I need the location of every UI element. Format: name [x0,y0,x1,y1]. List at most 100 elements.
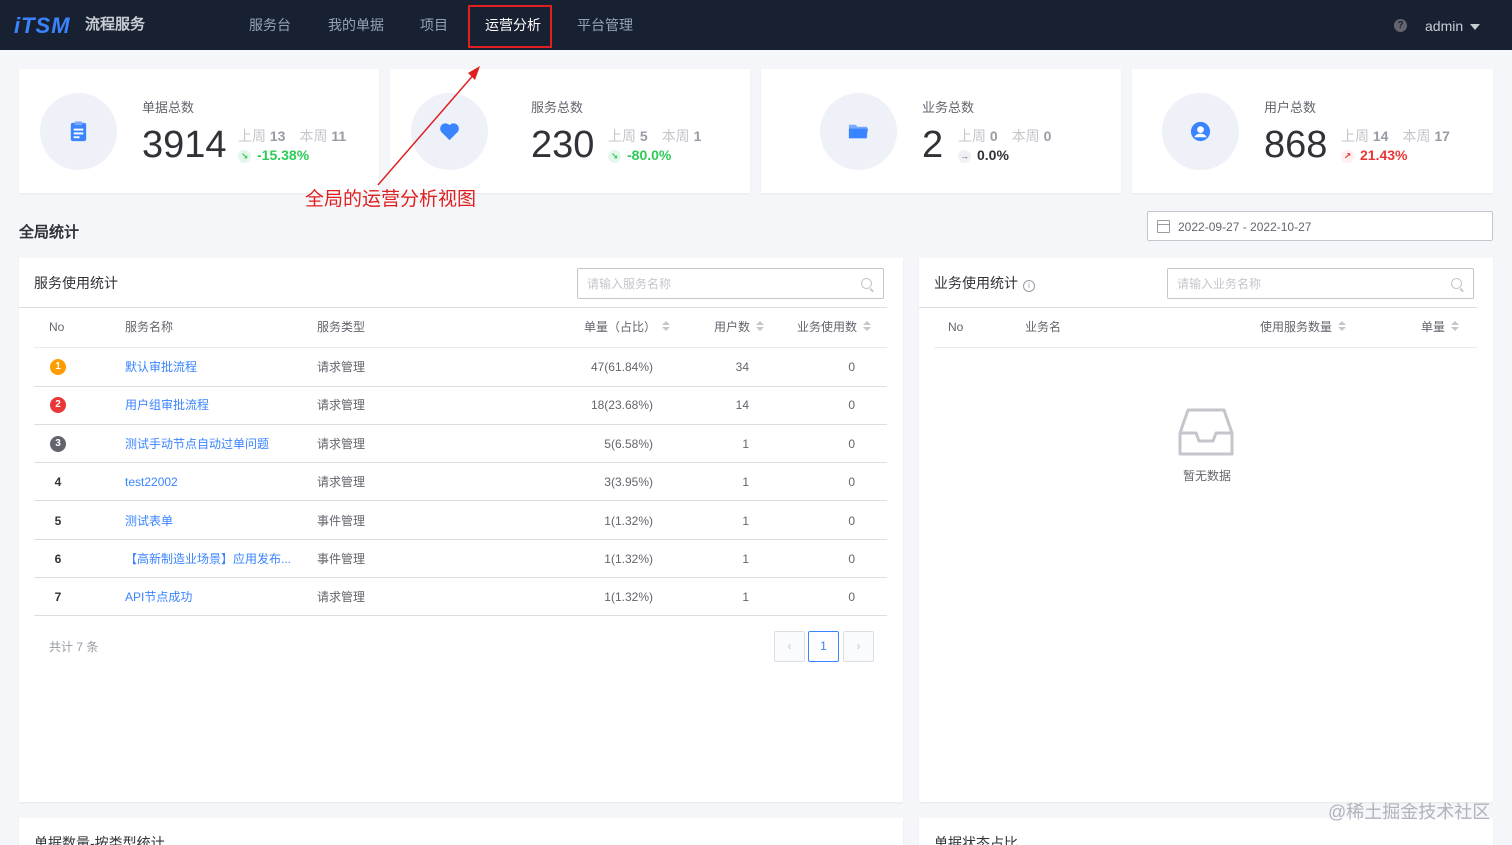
stat-change: ↘ -15.38% [238,146,309,164]
watermark: @稀土掘金技术社区 [1328,802,1491,822]
user-count: 1 [742,475,749,489]
user-menu[interactable]: admin [1425,17,1463,35]
stat-label: 服务总数 [531,100,584,115]
sort-icon[interactable] [863,321,872,332]
rank-badge-bronze: 3 [50,436,66,452]
column-header-no: No [948,320,964,334]
trend-flat-icon: → [958,150,971,163]
rank-badge-silver: 2 [50,397,66,413]
service-name-link[interactable]: 测试手动节点自动过单问题 [125,437,269,451]
business-usage-count: 0 [848,552,855,566]
user-count: 1 [742,437,749,451]
business-usage-count: 0 [848,590,855,604]
service-name-link[interactable]: API节点成功 [125,590,192,604]
table-row-line [34,577,887,578]
folder-icon [848,124,869,139]
column-header-users[interactable]: 用户数 [714,320,765,334]
calendar-icon [1157,220,1170,233]
table-row-line [34,462,887,463]
stat-value: 230 [531,124,595,166]
business-search-input[interactable] [1177,275,1427,293]
panel-divider [919,307,1477,308]
itsm-logo[interactable]: iTSM [14,13,71,39]
stat-value: 868 [1264,124,1328,166]
help-icon[interactable]: ? [1394,19,1407,32]
stat-value: 2 [922,124,944,166]
service-name-link[interactable]: 用户组审批流程 [125,398,209,412]
empty-state-text: 暂无数据 [1183,469,1232,483]
user-count: 1 [742,552,749,566]
table-row-line [34,424,887,425]
column-header-business-usage[interactable]: 业务使用数 [797,320,872,334]
panel-divider [19,307,887,308]
stat-card-tickets: 单据总数 3914 上周 13 本周 11 ↘ -15.38% [19,69,379,193]
ticket-status-ratio-title: 单据状态占比 [934,835,1018,845]
app-name[interactable]: 流程服务 [85,16,145,34]
nav-item-platform-management[interactable]: 平台管理 [577,16,633,34]
nav-item-projects[interactable]: 项目 [420,16,448,34]
column-header-ticket-count[interactable]: 单量 [1421,320,1460,334]
search-icon[interactable] [1451,278,1462,289]
search-icon[interactable] [861,278,872,289]
user-count: 1 [742,514,749,528]
service-type: 请求管理 [317,360,366,374]
stat-label: 业务总数 [922,100,975,115]
info-icon[interactable]: i [1023,280,1035,292]
stat-week-compare: 上周 14 本周 17 [1341,128,1450,144]
business-usage-count: 0 [848,398,855,412]
clipboard-icon [70,121,87,142]
rank-number: 6 [54,552,62,566]
heart-icon [440,123,459,141]
pagination-page-1[interactable]: 1 [808,631,839,662]
column-header-service-type: 服务类型 [317,320,366,334]
nav-item-service-desk[interactable]: 服务台 [249,16,291,34]
table-row-line [34,615,887,616]
stat-card-users: 用户总数 868 上周 14 本周 17 ↗ 21.43% [1132,69,1493,193]
user-count: 14 [735,398,749,412]
service-type: 请求管理 [317,475,366,489]
chevron-down-icon[interactable] [1470,24,1480,30]
service-search-box[interactable] [577,268,884,299]
stat-change: → 0.0% [958,147,1009,163]
ticket-count: 1(1.32%) [604,514,653,528]
sort-icon[interactable] [662,321,671,332]
sort-icon[interactable] [756,321,765,332]
ticket-count: 3(3.95%) [604,475,653,489]
column-header-business-name: 业务名 [1025,320,1062,334]
rank-badge-gold: 1 [50,359,66,375]
business-search-box[interactable] [1167,268,1474,299]
service-name-link[interactable]: 默认审批流程 [125,360,197,374]
sort-icon[interactable] [1338,321,1347,332]
business-usage-count: 0 [848,475,855,489]
header-row-line [34,347,887,348]
service-name-link[interactable]: 测试表单 [125,514,173,528]
pagination-next-button[interactable]: › [843,631,874,662]
annotation-label: 全局的运营分析视图 [305,189,477,210]
stat-change: ↘ -80.0% [608,146,671,164]
service-type: 事件管理 [317,514,366,528]
column-header-service-count[interactable]: 使用服务数量 [1260,320,1347,334]
sort-icon[interactable] [1451,321,1460,332]
column-header-service-name: 服务名称 [125,320,174,334]
stat-label: 单据总数 [142,100,195,115]
pagination-prev-button[interactable]: ‹ [774,631,805,662]
rank-number: 4 [54,475,62,489]
ticket-type-stats-title: 单据数量-按类型统计 [34,835,165,845]
column-header-no: No [49,320,65,334]
user-count: 34 [735,360,749,374]
date-range-picker[interactable]: 2022-09-27 - 2022-10-27 [1147,211,1493,241]
column-header-ticket-count[interactable]: 单量（占比） [584,320,671,334]
header-row-line [934,347,1477,348]
ticket-count: 47(61.84%) [590,360,653,374]
trend-up-icon: ↗ [1341,150,1354,163]
stat-value: 3914 [142,124,227,166]
nav-item-my-tickets[interactable]: 我的单据 [328,16,384,34]
business-usage-panel [919,258,1493,802]
service-name-link[interactable]: 【高新制造业场景】应用发布... [125,552,291,566]
table-row-line [34,386,887,387]
date-range-value: 2022-09-27 - 2022-10-27 [1178,220,1312,234]
service-name-link[interactable]: test22002 [125,475,178,489]
stat-card-business: 业务总数 2 上周 0 本周 0 → 0.0% [761,69,1121,193]
stat-week-compare: 上周 5 本周 1 [608,128,702,144]
service-search-input[interactable] [587,275,837,293]
